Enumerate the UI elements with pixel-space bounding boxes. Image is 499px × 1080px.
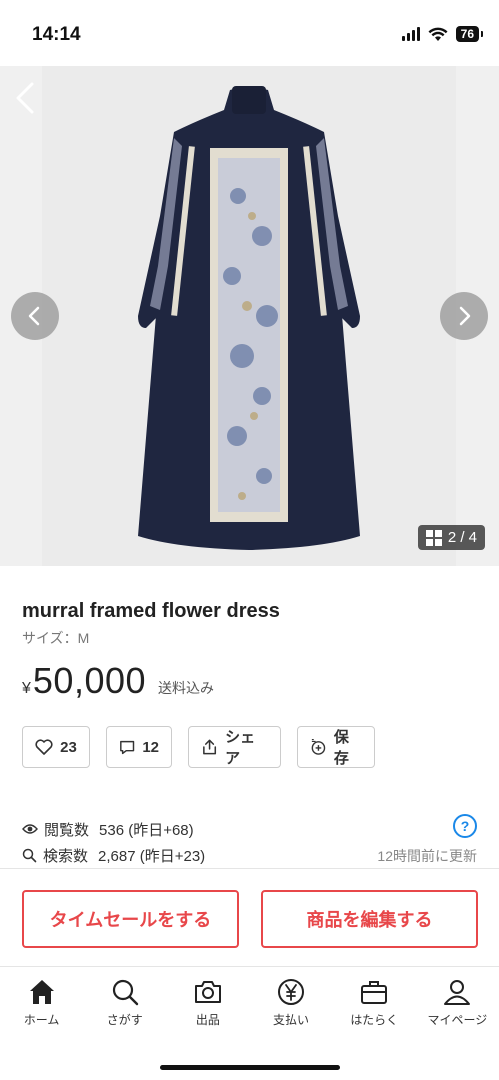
tab-search[interactable]: さがす <box>85 977 165 1028</box>
like-button[interactable]: 23 <box>22 726 90 768</box>
save-button[interactable]: 保存 <box>297 726 375 768</box>
home-icon <box>29 980 54 1004</box>
battery-indicator: 76 <box>455 26 484 42</box>
eye-icon <box>22 824 38 834</box>
tab-mypage-label: マイページ <box>427 1013 488 1027</box>
listing-stats: 閲覧数 536 (昨日+68) 検索数 2,687 (昨日+23) ? 12時間… <box>22 814 477 868</box>
save-label: 保存 <box>333 729 349 767</box>
tab-payment-label: 支払い <box>273 1013 310 1027</box>
like-count: 23 <box>60 738 77 756</box>
views-label: 閲覧数 <box>44 821 90 839</box>
tab-search-label: さがす <box>106 1013 143 1027</box>
comment-icon <box>120 740 135 754</box>
grid-icon <box>425 529 442 546</box>
yen-icon <box>278 979 305 1005</box>
previous-image-button[interactable] <box>11 292 59 340</box>
status-bar: 14:14 76 <box>0 0 499 66</box>
product-size: サイズ：M <box>22 630 90 646</box>
timesale-button[interactable]: タイムセールをする <box>22 890 239 948</box>
next-image-button[interactable] <box>440 292 488 340</box>
tab-sell[interactable]: 出品 <box>168 977 248 1028</box>
tab-sell-label: 出品 <box>195 1013 220 1027</box>
updated-time: 12時間前に更新 <box>377 848 477 864</box>
divider <box>0 868 499 869</box>
home-indicator <box>160 1065 340 1070</box>
save-icon <box>311 738 326 755</box>
dress-illustration <box>138 86 360 550</box>
comment-button[interactable]: 12 <box>106 726 172 768</box>
product-title: murral framed flower dress <box>22 600 280 622</box>
status-icons: 76 <box>401 26 484 42</box>
tab-work-label: はたらく <box>350 1013 399 1027</box>
views-value: 536 (昨日+68) <box>99 821 194 839</box>
help-icon[interactable]: ? <box>453 814 477 838</box>
tab-mypage[interactable]: マイページ <box>417 977 497 1028</box>
signal-icon <box>401 27 420 41</box>
action-buttons: 23 12 シェア 保存 <box>22 726 375 768</box>
image-counter-text: 2 / 4 <box>447 529 477 546</box>
tab-home[interactable]: ホーム <box>2 977 82 1028</box>
camera-icon <box>194 981 221 1003</box>
share-icon <box>203 739 217 755</box>
back-button[interactable] <box>12 80 38 116</box>
tab-payment[interactable]: 支払い <box>251 977 331 1028</box>
edit-listing-button[interactable]: 商品を編集する <box>261 890 478 948</box>
product-price: ¥ 50,000 送料込み <box>22 660 214 702</box>
tab-work[interactable]: はたらく <box>334 977 414 1028</box>
chevron-left-icon <box>16 82 34 114</box>
search-icon <box>112 979 138 1006</box>
status-time: 14:14 <box>32 24 81 45</box>
person-icon <box>444 980 471 1005</box>
chevron-left-icon <box>28 306 40 326</box>
search-label: 検索数 <box>43 847 89 865</box>
share-button[interactable]: シェア <box>188 726 281 768</box>
share-label: シェア <box>225 729 256 767</box>
price-currency: ¥ <box>22 680 31 697</box>
shipping-note: 送料込み <box>158 680 215 696</box>
briefcase-icon <box>361 981 388 1004</box>
wifi-icon <box>428 27 448 41</box>
product-photo <box>42 66 456 566</box>
product-image-gallery[interactable]: 2 / 4 <box>0 66 499 566</box>
views-stat: 閲覧数 536 (昨日+68) <box>22 816 477 842</box>
search-value: 2,687 (昨日+23) <box>98 847 206 865</box>
search-icon <box>22 848 37 862</box>
bottom-tab-bar: ホーム さがす 出品 支払い はたらく マイページ <box>0 966 499 1080</box>
heart-icon <box>35 739 53 755</box>
price-value: 50,000 <box>32 660 147 701</box>
image-counter[interactable]: 2 / 4 <box>417 525 485 550</box>
comment-count: 12 <box>142 738 159 756</box>
tab-home-label: ホーム <box>23 1013 60 1027</box>
cta-row: タイムセールをする 商品を編集する <box>22 890 478 948</box>
chevron-right-icon <box>459 306 471 326</box>
